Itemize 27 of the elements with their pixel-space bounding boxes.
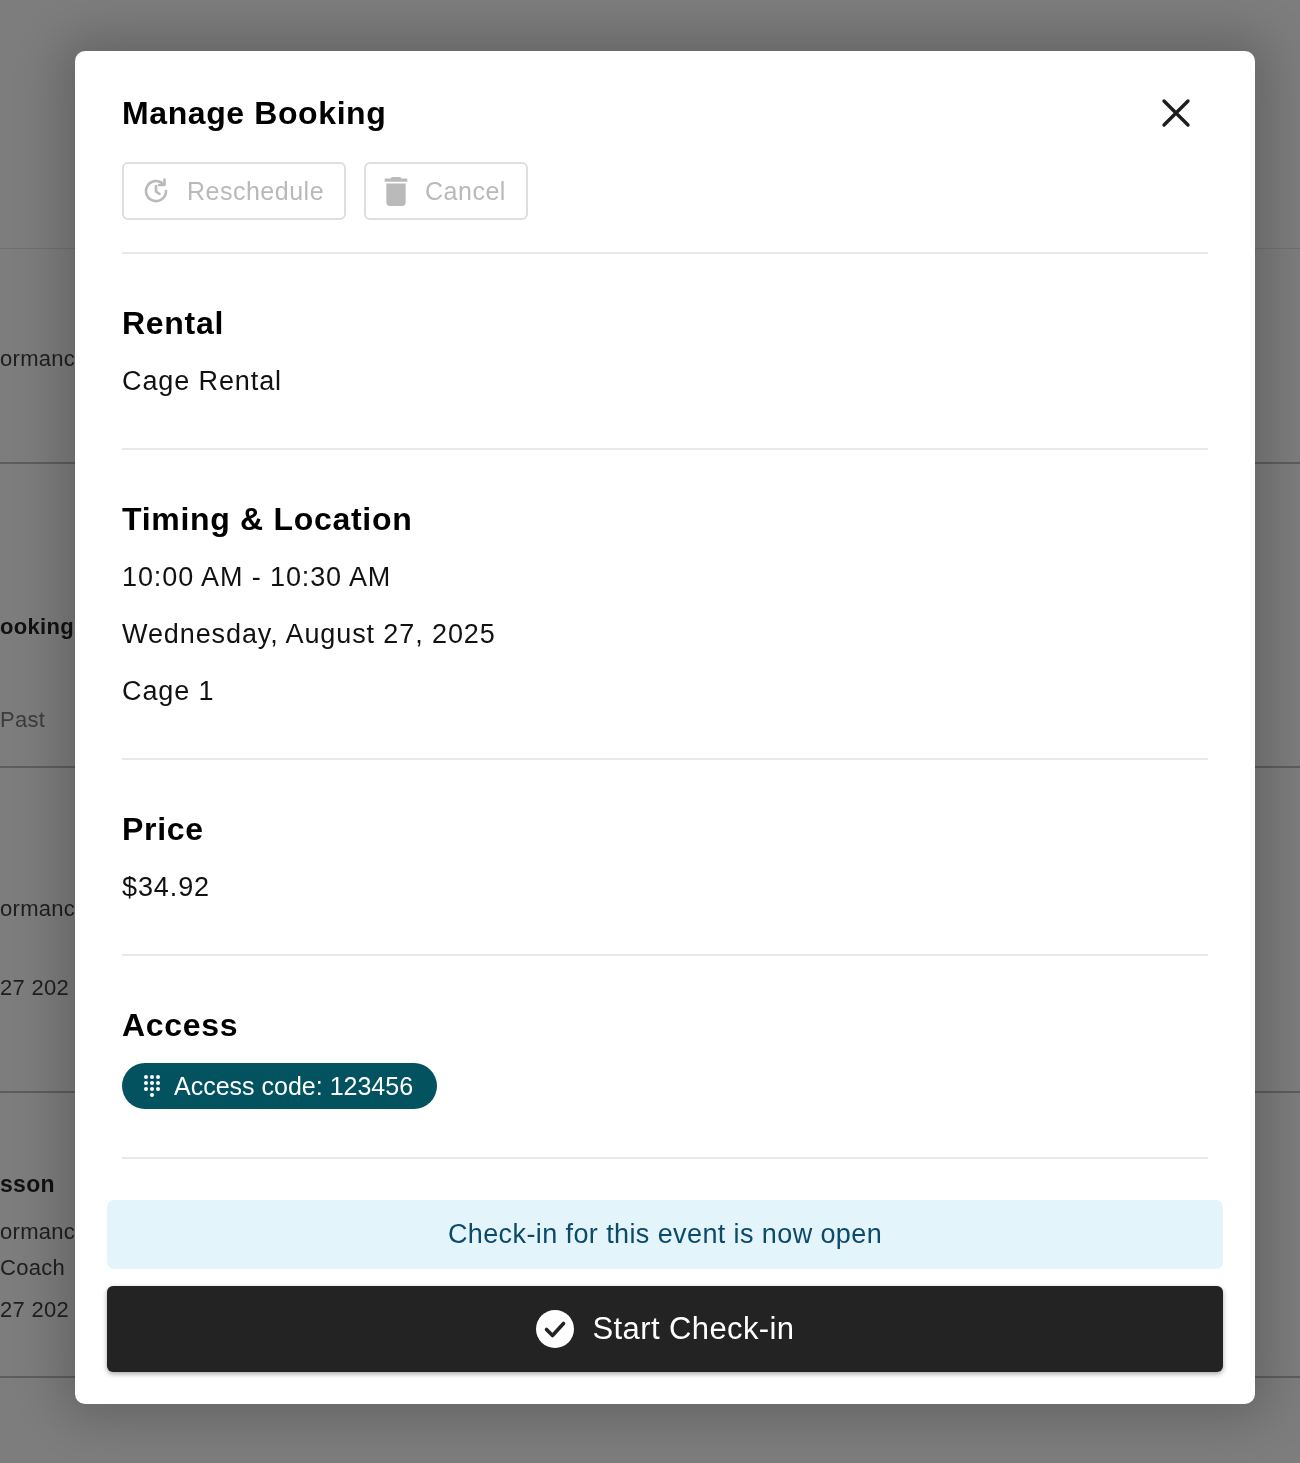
detail-text: Wednesday, August 27, 2025	[122, 618, 496, 650]
dialog-title: Manage Booking	[122, 94, 387, 133]
section-heading: Rental	[122, 305, 224, 341]
check-circle-icon	[535, 1310, 574, 1348]
close-icon	[1161, 98, 1191, 128]
list-item-detail: 27 202	[0, 974, 70, 1002]
list-item-detail: ormanc	[0, 1218, 76, 1246]
section-heading: Price	[122, 811, 204, 847]
list-item-title: sson	[0, 1170, 55, 1199]
detail-text: Cage Rental	[122, 365, 282, 397]
page-heading: ooking	[0, 613, 74, 641]
trash-icon	[384, 176, 409, 206]
section-heading: Timing & Location	[122, 501, 413, 537]
detail-text: 10:00 AM - 10:30 AM	[122, 561, 392, 593]
tab-label[interactable]: Past	[0, 705, 46, 735]
access-code-text: Access code: 123456	[174, 1071, 414, 1101]
clock-arrow-icon	[142, 177, 170, 205]
detail-text: Cage 1	[122, 675, 215, 707]
detail-text: $34.92	[122, 871, 210, 903]
list-item-detail: ormanc	[0, 895, 76, 923]
list-item-detail: Coach	[0, 1254, 66, 1282]
section-heading: Access	[122, 1007, 239, 1043]
notice-banner: Check-in for this event is now open	[107, 1200, 1223, 1269]
list-item-detail: ormanc	[0, 345, 76, 373]
start-check-in-button[interactable]: Start Check-in	[107, 1286, 1223, 1372]
dialpad-icon	[143, 1074, 161, 1098]
list-item-detail: 27 202	[0, 1296, 70, 1324]
